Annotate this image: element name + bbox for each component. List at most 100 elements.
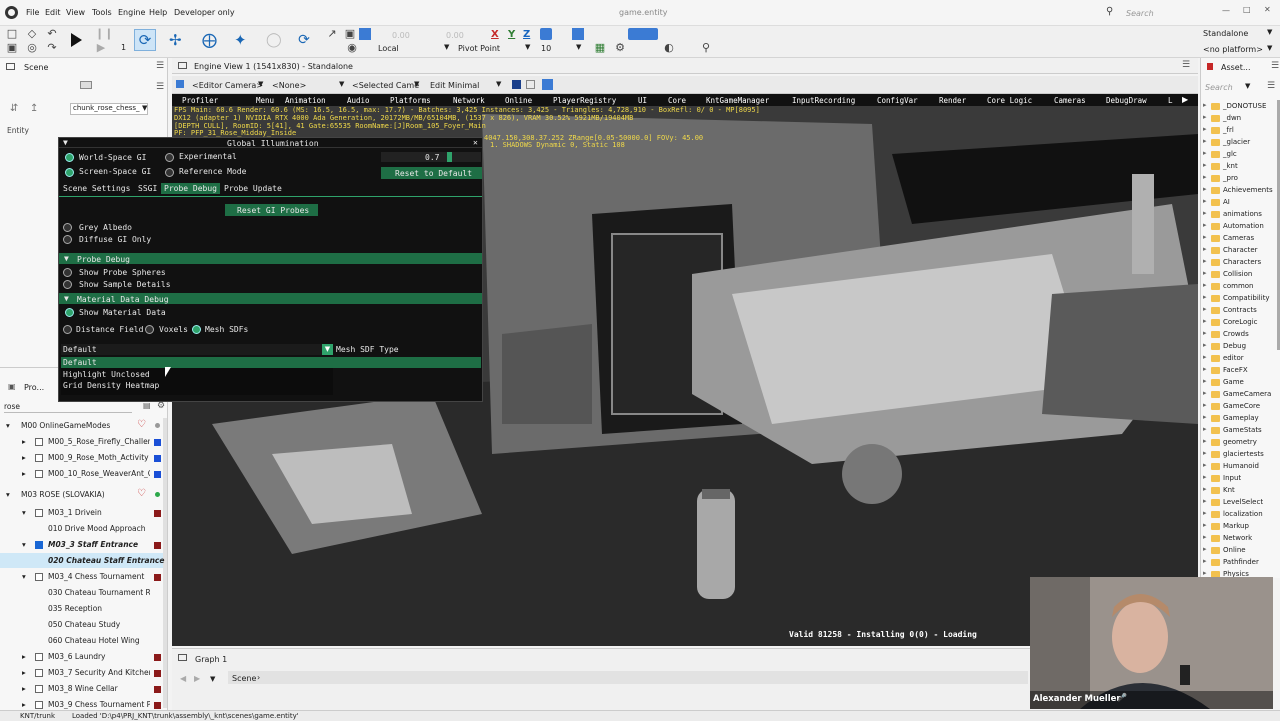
axis-x-button[interactable]: X: [491, 29, 499, 40]
tree-item[interactable]: M00_9_Rose_Moth_Activity: [48, 453, 150, 462]
highlight-toggle[interactable]: [359, 28, 371, 40]
debug-menu-animation[interactable]: Animation: [285, 96, 326, 105]
minimize-icon[interactable]: —: [1222, 6, 1230, 15]
asset-folder-item[interactable]: ▸ editor: [1201, 352, 1277, 364]
overlay-toggle-icon[interactable]: [526, 80, 535, 89]
redo-icon[interactable]: ↷: [46, 42, 58, 54]
maximize-icon[interactable]: □: [1243, 5, 1251, 14]
tree-checkbox[interactable]: [35, 685, 43, 693]
pause-icon[interactable]: ❙❙: [95, 28, 113, 40]
select-tool-icon[interactable]: ⟳: [134, 29, 156, 51]
graph-forward-icon[interactable]: ▶: [194, 674, 200, 683]
menu-developer-only[interactable]: Developer only: [174, 8, 235, 17]
render-mode-dropdown[interactable]: <None>: [272, 81, 306, 90]
folder-expand-icon[interactable]: ▸: [1203, 149, 1207, 157]
folder-expand-icon[interactable]: ▸: [1203, 293, 1207, 301]
panel-options-icon[interactable]: ☰: [156, 82, 164, 92]
diffuse-only-radio[interactable]: [63, 235, 72, 244]
show-sample-details-radio[interactable]: [63, 280, 72, 289]
tree-settings-icon[interactable]: ⚙: [157, 401, 165, 411]
tree-item[interactable]: M03_6 Laundry: [48, 652, 105, 661]
tree-expand-icon[interactable]: ▾: [22, 572, 26, 581]
debug-menu-debugdraw[interactable]: DebugDraw: [1106, 96, 1147, 105]
asset-folder-item[interactable]: ▸ _glc: [1201, 148, 1277, 160]
folder-expand-icon[interactable]: ▸: [1203, 353, 1207, 361]
zoom-icon[interactable]: ⚲: [700, 42, 712, 54]
tree-checkbox[interactable]: [35, 573, 43, 581]
magnet-icon[interactable]: [540, 28, 552, 40]
sort-up-icon[interactable]: ↥: [30, 103, 38, 114]
asset-folder-item[interactable]: ▸ CoreLogic: [1201, 316, 1277, 328]
search-input[interactable]: Search: [1126, 9, 1196, 18]
asset-folder-item[interactable]: ▸ _dwn: [1201, 112, 1277, 124]
asset-folder-item[interactable]: ▸ GameCamera: [1201, 388, 1277, 400]
tree-expand-icon[interactable]: ▾: [6, 490, 10, 499]
move-tool-icon[interactable]: ✢: [169, 33, 182, 48]
debug-menu-cameras[interactable]: Cameras: [1054, 96, 1086, 105]
gi-value-slider-thumb[interactable]: [447, 152, 452, 162]
tree-item[interactable]: M00_5_Rose_Firefly_Challeng: [48, 437, 150, 446]
tree-checkbox[interactable]: [35, 470, 43, 478]
save-icon[interactable]: ▣: [6, 42, 18, 54]
tree-checkbox[interactable]: [35, 701, 43, 709]
voxels-radio[interactable]: [145, 325, 154, 334]
debug-menu-profiler[interactable]: Profiler: [182, 96, 218, 105]
folder-expand-icon[interactable]: ▸: [1203, 485, 1207, 493]
entity-filter-input[interactable]: chunk_rose_chess_: [70, 103, 148, 115]
mesh-sdfs-radio[interactable]: [192, 325, 201, 334]
folder-expand-icon[interactable]: ▸: [1203, 437, 1207, 445]
asset-folder-item[interactable]: ▸ Collision: [1201, 268, 1277, 280]
play-button[interactable]: [71, 33, 82, 47]
debug-menu-arrow-icon[interactable]: ▶: [1182, 95, 1188, 104]
asset-folder-item[interactable]: ▸ Pathfinder: [1201, 556, 1277, 568]
asset-folder-item[interactable]: ▸ _glacier: [1201, 136, 1277, 148]
camera-dropdown[interactable]: <Editor Camera>: [192, 81, 263, 90]
standalone-dropdown[interactable]: Standalone: [1203, 29, 1248, 38]
graph-dropdown-icon[interactable]: ▼: [210, 675, 215, 683]
tree-item[interactable]: M00 OnlineGameModes: [21, 421, 110, 430]
folder-expand-icon[interactable]: ▸: [1203, 497, 1207, 505]
asset-folder-item[interactable]: ▸ LevelSelect: [1201, 496, 1277, 508]
show-material-radio[interactable]: [65, 308, 74, 317]
tree-expand-icon[interactable]: ▸: [22, 668, 26, 677]
asset-folder-item[interactable]: ▸ Cameras: [1201, 232, 1277, 244]
tree-filter-icon[interactable]: ▤: [143, 401, 151, 410]
grid-toggle-icon[interactable]: [512, 80, 521, 89]
project-tab[interactable]: Pro...: [24, 383, 44, 392]
asset-search-input[interactable]: Search: [1205, 83, 1233, 92]
tree-item[interactable]: M03 ROSE (SLOVAKIA): [21, 490, 105, 499]
combo-option-grid-density[interactable]: Grid Density Heatmap: [63, 381, 159, 390]
folder-expand-icon[interactable]: ▸: [1203, 533, 1207, 541]
asset-folder-item[interactable]: ▸ Network: [1201, 532, 1277, 544]
asset-folder-item[interactable]: ▸ glaciertests: [1201, 448, 1277, 460]
menu-edit[interactable]: Edit: [45, 8, 61, 17]
tree-expand-icon[interactable]: ▾: [6, 421, 10, 430]
edit-mode-dropdown[interactable]: Edit Minimal: [430, 81, 479, 90]
folder-expand-icon[interactable]: ▸: [1203, 521, 1207, 529]
tree-item[interactable]: M03_7 Security And Kitchen: [48, 668, 150, 677]
graph-tab[interactable]: Graph 1: [195, 655, 227, 664]
scene-tab[interactable]: Scene: [24, 63, 48, 72]
folder-expand-icon[interactable]: ▸: [1203, 461, 1207, 469]
asset-folder-item[interactable]: ▸ animations: [1201, 208, 1277, 220]
gi-collapse-icon[interactable]: ▼: [63, 138, 68, 147]
debug-menu-ui[interactable]: UI: [638, 96, 647, 105]
folder-expand-icon[interactable]: ▸: [1203, 377, 1207, 385]
debug-menu-playerregistry[interactable]: PlayerRegistry: [553, 96, 616, 105]
tree-item[interactable]: 030 Chateau Tournament Re: [48, 588, 150, 597]
value-a-field[interactable]: 0.00: [392, 31, 410, 40]
pivot-dropdown[interactable]: Pivot Point: [458, 44, 528, 53]
axis-z-button[interactable]: Z: [523, 29, 530, 40]
snap-value-dropdown[interactable]: 10: [541, 44, 581, 53]
combo-arrow-icon[interactable]: ▼: [322, 344, 333, 355]
snap-icon[interactable]: ↗: [326, 28, 338, 40]
favorite-heart-icon[interactable]: ♡: [137, 488, 146, 499]
grey-albedo-radio[interactable]: [63, 223, 72, 232]
asset-folder-item[interactable]: ▸ Character: [1201, 244, 1277, 256]
debug-menu-core[interactable]: Core: [668, 96, 686, 105]
layers-icon[interactable]: ◎: [26, 42, 38, 54]
folder-expand-icon[interactable]: ▸: [1203, 509, 1207, 517]
folder-expand-icon[interactable]: ▸: [1203, 173, 1207, 181]
asset-folder-item[interactable]: ▸ Gameplay: [1201, 412, 1277, 424]
tree-item[interactable]: M03_9 Chess Tournament Po: [48, 700, 150, 709]
